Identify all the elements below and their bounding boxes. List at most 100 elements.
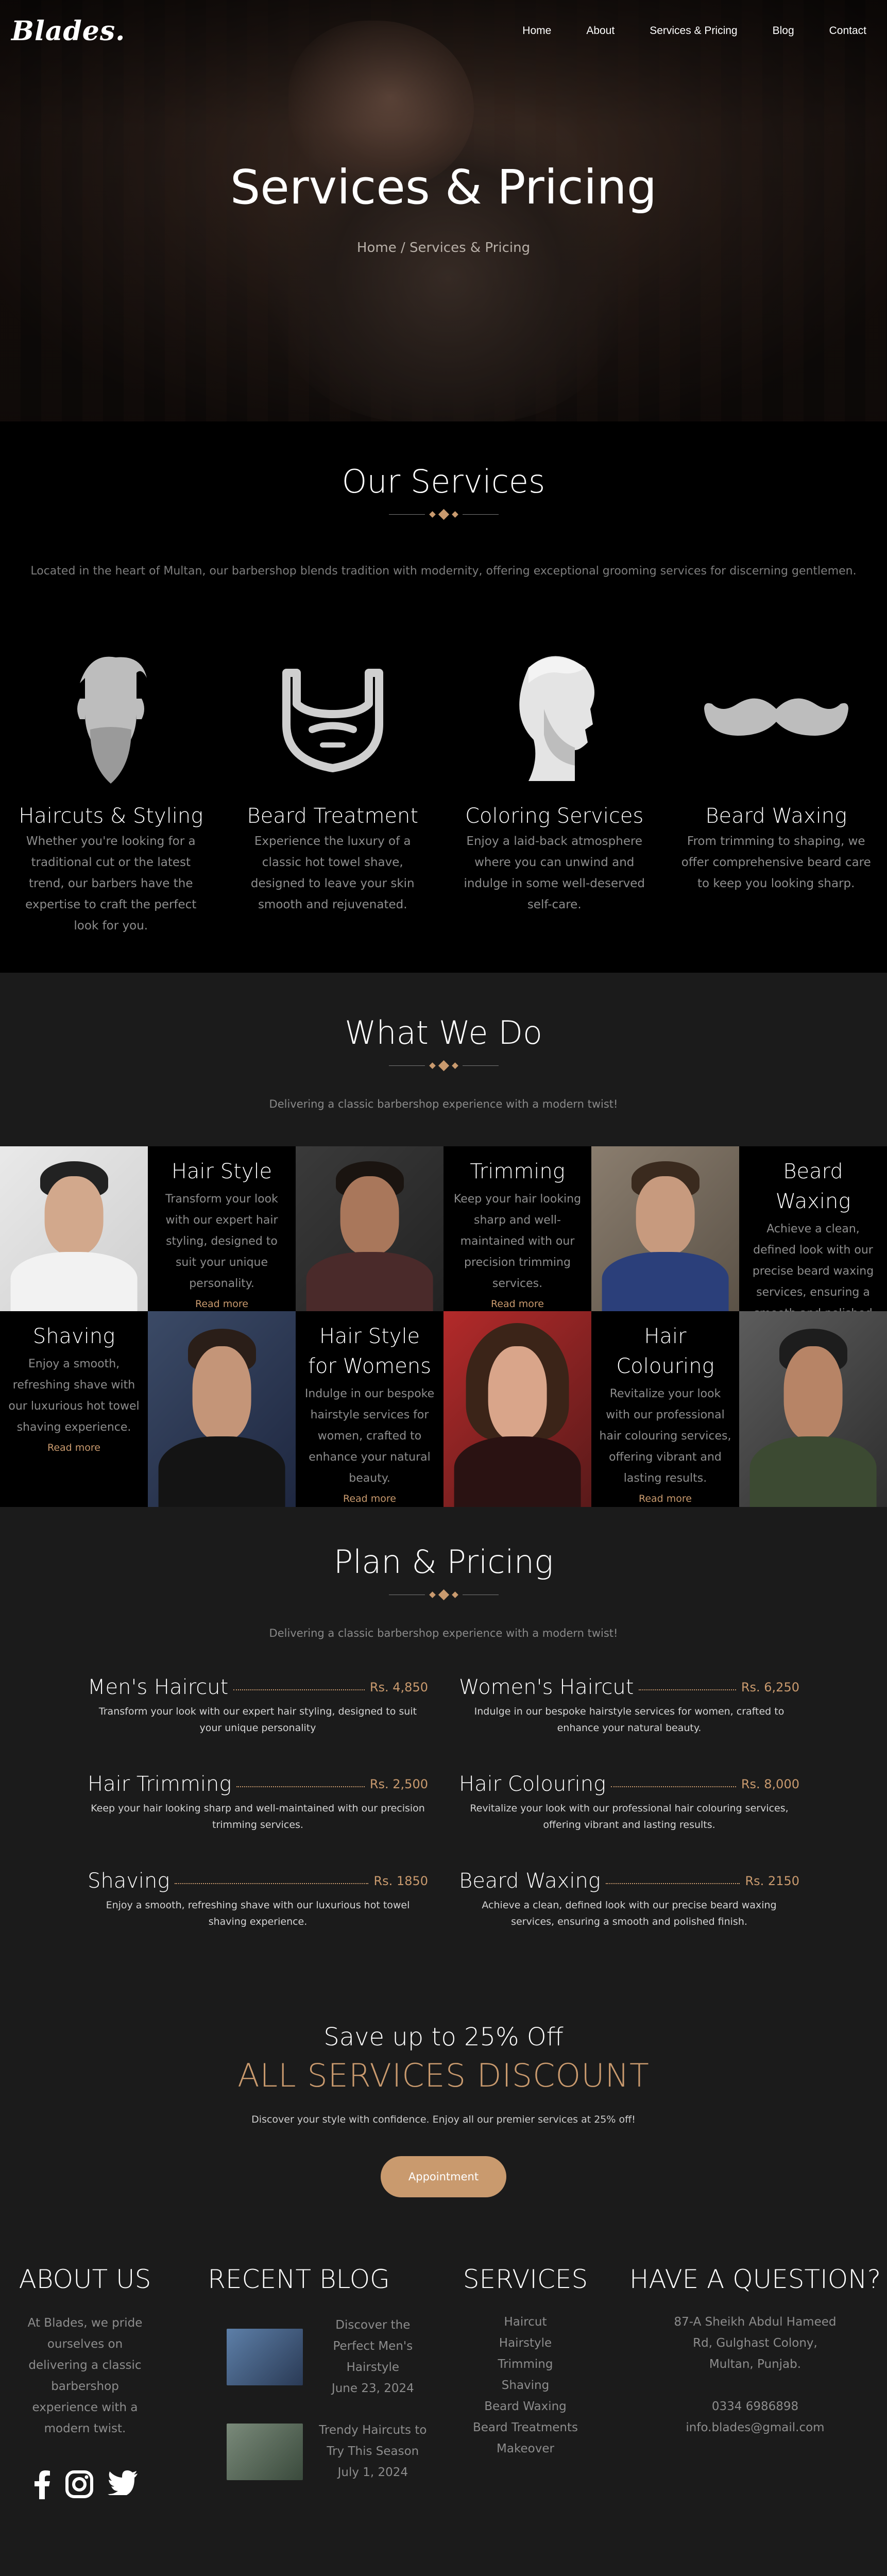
service-tile: Hair Style Transform your look with our … [148, 1146, 296, 1311]
footer-service-link[interactable]: Makeover [428, 2438, 623, 2460]
section-title: Our Services [342, 463, 545, 500]
section-subtitle: Delivering a classic barbershop experien… [269, 1627, 618, 1639]
footer-service-link[interactable]: Hairstyle [428, 2333, 623, 2354]
price-item-price: Rs. 6,250 [741, 1680, 799, 1694]
price-item-price: Rs. 2,500 [369, 1777, 428, 1791]
service-card: Coloring Services Enjoy a laid-back atmo… [444, 639, 666, 937]
tile-title: Trimming [470, 1160, 565, 1183]
blog-post-date: June 23, 2024 [331, 2382, 414, 2395]
blog-thumbnail[interactable] [227, 2329, 303, 2385]
service-title: Beard Waxing [705, 804, 847, 828]
tile-title: Hair Colouring [616, 1325, 714, 1378]
service-card: Beard Treatment Experience the luxury of… [222, 639, 444, 937]
brand-logo[interactable]: Blades. [11, 15, 125, 47]
price-item-text: Indulge in our bespoke hairstyle service… [474, 1706, 784, 1734]
pricing-list: Men's Haircut Rs. 4,850 Transform your lo… [0, 1675, 887, 1930]
footer-service-link[interactable]: Trimming [428, 2354, 623, 2375]
price-item: Hair Colouring Rs. 8,000 Revitalize your … [459, 1772, 799, 1833]
our-services-section: Our Services Located in the heart of Mul… [0, 421, 887, 973]
service-tile: Trimming Keep your hair looking sharp an… [444, 1146, 591, 1311]
blog-post[interactable]: Trendy Haircuts to Try This Season July … [227, 2420, 428, 2483]
service-title: Beard Treatment [247, 804, 419, 828]
photo-tile-hair-colouring [739, 1311, 887, 1507]
discount-headline: Save up to 25% Off [323, 2023, 564, 2052]
photo-tile-hair-style [0, 1146, 148, 1311]
tile-text: Revitalize your look with our profession… [599, 1387, 731, 1485]
footer-service-link[interactable]: Beard Waxing [428, 2396, 623, 2417]
tile-text: Keep your hair looking sharp and well-ma… [453, 1193, 582, 1290]
service-text: Enjoy a laid-back atmosphere where you c… [464, 835, 645, 911]
nav-link-about[interactable]: About [586, 25, 615, 37]
price-item-text: Achieve a clean, defined look with our p… [482, 1900, 777, 1927]
service-text: Experience the luxury of a classic hot t… [250, 835, 415, 911]
contact-email[interactable]: info.blades@gmail.com [623, 2417, 887, 2438]
read-more-link[interactable]: Read more [451, 1298, 584, 1310]
service-text: Whether you're looking for a traditional… [25, 835, 197, 933]
mustache-icon [675, 639, 878, 799]
price-item-price: Rs. 4,850 [369, 1680, 428, 1694]
service-card: Haircuts & Styling Whether you're lookin… [0, 639, 222, 937]
price-item-name: Women's Haircut [459, 1675, 634, 1699]
instagram-icon[interactable] [65, 2470, 93, 2501]
price-item: Beard Waxing Rs. 2150 Achieve a clean, de… [459, 1869, 799, 1930]
page-title: Services & Pricing [230, 160, 657, 215]
price-item-name: Beard Waxing [459, 1869, 601, 1893]
footer-service-link[interactable]: Shaving [428, 2375, 623, 2396]
read-more-link[interactable]: Read more [303, 1493, 436, 1504]
tile-title: Shaving [32, 1325, 115, 1348]
nav-link-home[interactable]: Home [522, 25, 551, 37]
blog-post-title[interactable]: Trendy Haircuts to Try This Season [318, 2420, 428, 2462]
read-more-link[interactable]: Read more [155, 1298, 288, 1310]
price-item: Men's Haircut Rs. 4,850 Transform your lo… [88, 1675, 428, 1736]
photo-tile-trimming [296, 1146, 444, 1311]
section-title: What We Do [345, 1014, 542, 1052]
section-divider [0, 1589, 887, 1601]
price-item-price: Rs. 1850 [373, 1874, 428, 1888]
service-tile: Beard Waxing Achieve a clean, defined lo… [739, 1146, 887, 1311]
nav-link-blog[interactable]: Blog [773, 25, 794, 37]
tile-text: Achieve a clean, defined look with our p… [752, 1223, 874, 1311]
footer-service-link[interactable]: Haircut [428, 2312, 623, 2333]
top-navigation: Blades. Home About Services & Pricing Bl… [0, 0, 887, 62]
footer-heading: RECENT BLOG [208, 2264, 390, 2294]
blog-post-date: July 1, 2024 [337, 2466, 408, 2479]
blog-post-title[interactable]: Discover the Perfect Men's Hairstyle [318, 2315, 428, 2378]
beard-outline-icon [231, 639, 435, 799]
price-item-name: Men's Haircut [88, 1675, 229, 1699]
nav-link-services-pricing[interactable]: Services & Pricing [650, 25, 737, 37]
section-lead: Located in the heart of Multan, our barb… [30, 565, 857, 578]
what-we-do-section: What We Do Delivering a classic barbersh… [0, 973, 887, 1507]
price-item-price: Rs. 8,000 [741, 1777, 799, 1791]
twitter-icon[interactable] [108, 2470, 138, 2501]
read-more-link[interactable]: Read more [7, 1442, 141, 1453]
blog-post[interactable]: Discover the Perfect Men's Hairstyle Jun… [227, 2315, 428, 2399]
blog-thumbnail[interactable] [227, 2423, 303, 2480]
price-item-price: Rs. 2150 [745, 1874, 799, 1888]
footer-heading: HAVE A QUESTION? [629, 2264, 881, 2294]
tile-title: Hair Style [171, 1160, 272, 1183]
breadcrumb[interactable]: Home / Services & Pricing [0, 240, 887, 256]
price-item: Shaving Rs. 1850 Enjoy a smooth, refreshi… [88, 1869, 428, 1930]
photo-tile-shaving [148, 1311, 296, 1507]
tile-title: Beard Waxing [775, 1160, 851, 1213]
footer-heading: ABOUT US [19, 2264, 151, 2294]
service-tile: Hair Colouring Revitalize your look with… [591, 1311, 739, 1507]
price-item: Women's Haircut Rs. 6,250 Indulge in our … [459, 1675, 799, 1736]
facebook-icon[interactable] [32, 2470, 51, 2501]
read-more-link[interactable]: Read more [599, 1493, 732, 1504]
price-item-name: Hair Trimming [88, 1772, 232, 1796]
contact-phone[interactable]: 0334 6986898 [623, 2396, 887, 2417]
price-item-text: Transform your look with our expert hair… [98, 1706, 417, 1734]
section-divider [0, 1060, 887, 1072]
appointment-button[interactable]: Appointment [380, 2156, 507, 2197]
footer-service-link[interactable]: Beard Treatments [428, 2417, 623, 2438]
footer-about: ABOUT US At Blades, we pride ourselves o… [0, 2264, 170, 2501]
contact-address: 87-A Sheikh Abdul Hameed Rd, Gulghast Co… [674, 2315, 837, 2371]
tile-title: Hair Style for Womens [308, 1325, 432, 1378]
nav-link-contact[interactable]: Contact [829, 25, 866, 37]
discount-text: Discover your style with confidence. Enj… [251, 2114, 636, 2125]
photo-tile-beard-waxing [591, 1146, 739, 1311]
tile-text: Transform your look with our expert hair… [165, 1193, 278, 1290]
social-links [0, 2470, 170, 2501]
section-title: Plan & Pricing [333, 1543, 554, 1581]
